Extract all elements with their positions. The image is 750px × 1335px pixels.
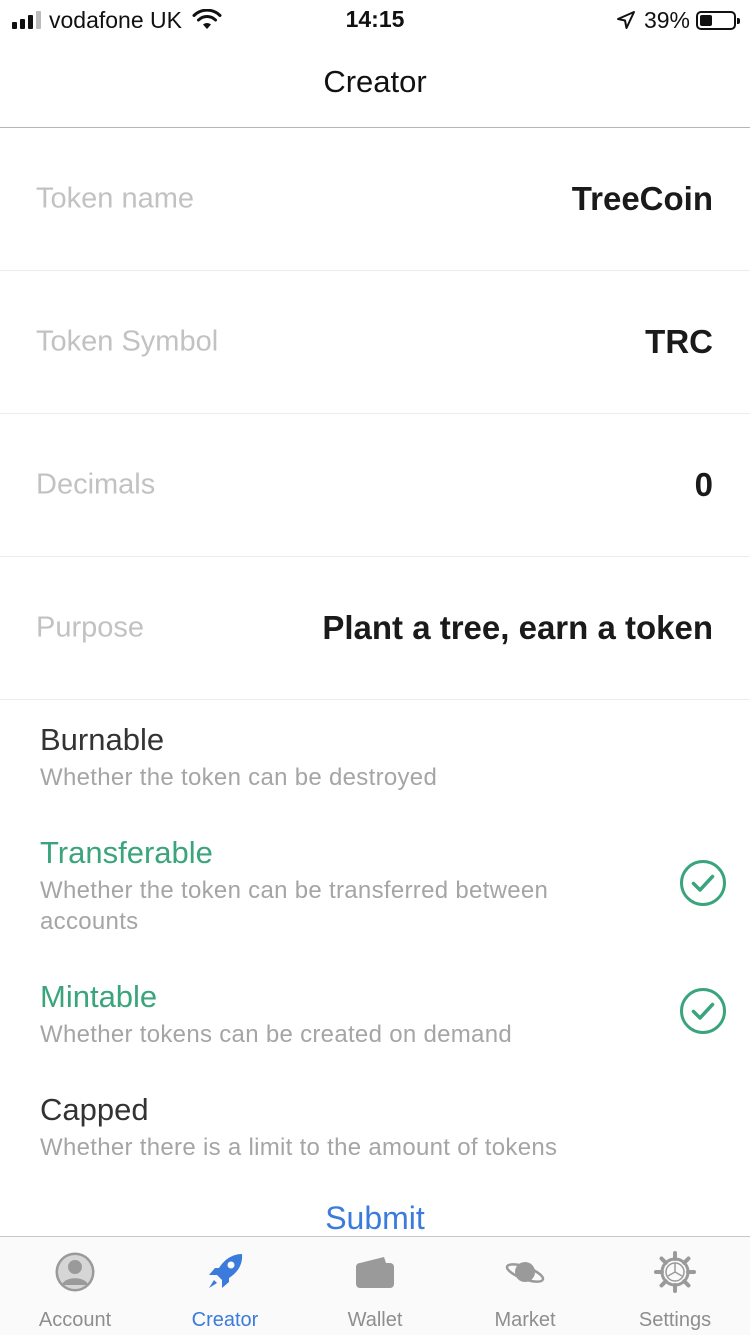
tab-settings[interactable]: Settings — [600, 1237, 750, 1335]
decimals-value[interactable]: 0 — [695, 466, 713, 504]
token-symbol-value[interactable]: TRC — [645, 323, 713, 361]
option-capped[interactable]: Capped Whether there is a limit to the a… — [0, 1092, 750, 1172]
token-name-value[interactable]: TreeCoin — [572, 180, 713, 218]
checkmark-circle-icon[interactable] — [679, 859, 727, 907]
tab-label-market: Market — [494, 1309, 556, 1331]
option-title-burnable: Burnable — [40, 722, 165, 757]
option-description-transferable: Whether the token can be transferred bet… — [40, 877, 549, 935]
option-burnable[interactable]: Burnable Whether the token can be destro… — [0, 722, 750, 802]
navigation-bar: Creator — [0, 40, 750, 128]
option-transferable[interactable]: Transferable Whether the token can be tr… — [0, 835, 750, 945]
decimals-label: Decimals — [36, 468, 156, 501]
option-description-capped: Whether there is a limit to the amount o… — [40, 1134, 558, 1161]
option-description-mintable: Whether tokens can be created on demand — [40, 1021, 512, 1048]
tab-account[interactable]: Account — [0, 1237, 150, 1335]
option-description-burnable: Whether the token can be destroyed — [40, 764, 438, 791]
page-title: Creator — [323, 64, 427, 99]
decimals-field[interactable]: Decimals 0 — [0, 414, 750, 557]
purpose-field[interactable]: Purpose Plant a tree, earn a token — [0, 557, 750, 700]
option-title-capped: Capped — [40, 1092, 149, 1127]
wallet-icon — [356, 1257, 394, 1288]
purpose-value[interactable]: Plant a tree, earn a token — [322, 609, 713, 647]
tab-creator[interactable]: Creator — [150, 1237, 300, 1335]
token-symbol-field[interactable]: Token Symbol TRC — [0, 271, 750, 414]
tab-label-creator: Creator — [191, 1309, 259, 1331]
tab-wallet[interactable]: Wallet — [300, 1237, 450, 1335]
rocket-icon — [209, 1254, 243, 1288]
token-name-field[interactable]: Token name TreeCoin — [0, 128, 750, 271]
location-arrow-icon — [616, 11, 635, 29]
account-icon — [55, 1252, 95, 1292]
tab-market[interactable]: Market — [450, 1237, 600, 1335]
battery-percentage: 39% — [643, 6, 690, 33]
status-bar: vodafone UK 14:15 39% — [0, 0, 750, 40]
tab-bar: Account Creator Wallet Market Settings — [0, 1236, 750, 1335]
token-name-label: Token name — [36, 182, 194, 215]
option-title-transferable: Transferable — [40, 835, 213, 870]
tab-label-wallet: Wallet — [347, 1309, 403, 1331]
planet-icon — [505, 1262, 545, 1283]
submit-button[interactable]: Submit — [0, 1200, 750, 1237]
gear-icon — [654, 1251, 696, 1293]
purpose-label: Purpose — [36, 611, 145, 644]
token-symbol-label: Token Symbol — [36, 325, 219, 358]
checkmark-circle-icon[interactable] — [679, 987, 727, 1035]
tab-label-account: Account — [38, 1309, 112, 1331]
option-mintable[interactable]: Mintable Whether tokens can be created o… — [0, 979, 750, 1059]
tab-label-settings: Settings — [638, 1309, 712, 1331]
battery-icon — [696, 10, 740, 30]
option-title-mintable: Mintable — [40, 979, 158, 1014]
